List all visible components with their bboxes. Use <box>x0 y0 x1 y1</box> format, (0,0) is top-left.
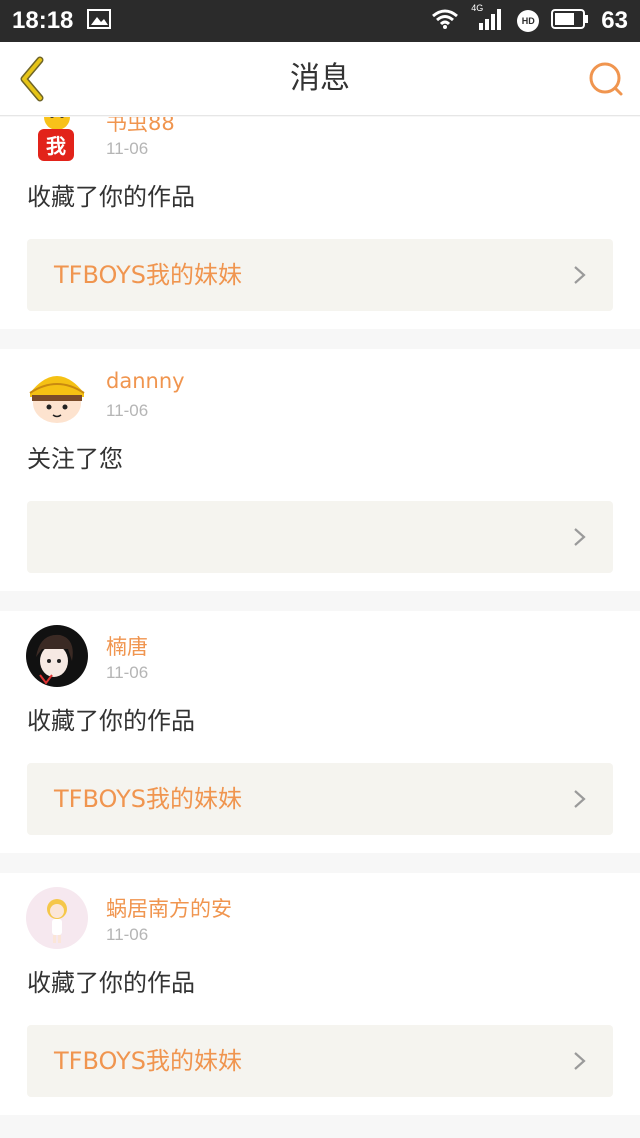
svg-text:我: 我 <box>46 134 66 158</box>
message-date: 11-06 <box>106 139 149 158</box>
search-button[interactable] <box>586 59 626 99</box>
user-name[interactable]: 蜗居南方的安 <box>106 893 232 923</box>
action-text: 收藏了你的作品 <box>27 707 195 735</box>
work-link[interactable]: TFBOYS我的妹妹 <box>27 763 613 835</box>
hd-badge-icon: HD <box>517 10 540 32</box>
action-text: 收藏了你的作品 <box>27 969 195 997</box>
work-title: TFBOYS我的妹妹 <box>54 1047 242 1075</box>
message-date: 11-06 <box>106 663 149 682</box>
message-date: 11-06 <box>106 401 149 420</box>
cartoon-girl-avatar-icon[interactable] <box>26 363 88 425</box>
cat-avatar-icon[interactable]: 我 <box>26 117 88 163</box>
cellular-signal-icon: 4G <box>471 3 505 35</box>
search-icon <box>589 62 623 96</box>
anime-girl-avatar-icon[interactable] <box>26 625 88 687</box>
message-card: dannny 11-06 关注了您 <box>0 349 640 591</box>
status-time: 18:18 <box>12 7 74 34</box>
work-link[interactable] <box>27 501 613 573</box>
status-bar: 18:18 4G HD 63 <box>0 0 640 42</box>
action-text: 收藏了你的作品 <box>27 183 195 211</box>
user-name[interactable]: dannny <box>106 369 185 393</box>
action-text: 关注了您 <box>27 445 123 473</box>
work-link[interactable]: TFBOYS我的妹妹 <box>27 239 613 311</box>
user-name[interactable]: 书虫88 <box>106 117 175 137</box>
image-notification-icon <box>87 9 112 33</box>
message-card: 我 书虫88 11-06 收藏了你的作品 TFBOYS我的妹妹 <box>0 117 640 329</box>
chevron-right-icon <box>574 528 586 546</box>
page-title: 消息 <box>290 61 350 96</box>
message-card: 蜗居南方的安 11-06 收藏了你的作品 TFBOYS我的妹妹 <box>0 873 640 1115</box>
message-card: 楠唐 11-06 收藏了你的作品 TFBOYS我的妹妹 <box>0 611 640 853</box>
work-title: TFBOYS我的妹妹 <box>54 261 242 289</box>
battery-icon <box>551 8 589 34</box>
battery-level: 63 <box>601 7 628 34</box>
wifi-icon <box>431 8 459 34</box>
chevron-right-icon <box>574 1052 586 1070</box>
network-type-label: 4G <box>471 3 484 13</box>
work-title: TFBOYS我的妹妹 <box>54 785 242 813</box>
chevron-right-icon <box>574 790 586 808</box>
chevron-right-icon <box>574 266 586 284</box>
message-date: 11-06 <box>106 925 149 944</box>
work-link[interactable]: TFBOYS我的妹妹 <box>27 1025 613 1097</box>
chibi-girl-avatar-icon[interactable] <box>26 887 88 949</box>
user-name[interactable]: 楠唐 <box>106 631 148 661</box>
message-list[interactable]: 我 书虫88 11-06 收藏了你的作品 TFBOYS我的妹妹 dannny 1… <box>0 117 640 1138</box>
navigation-bar: 消息 <box>0 42 640 116</box>
